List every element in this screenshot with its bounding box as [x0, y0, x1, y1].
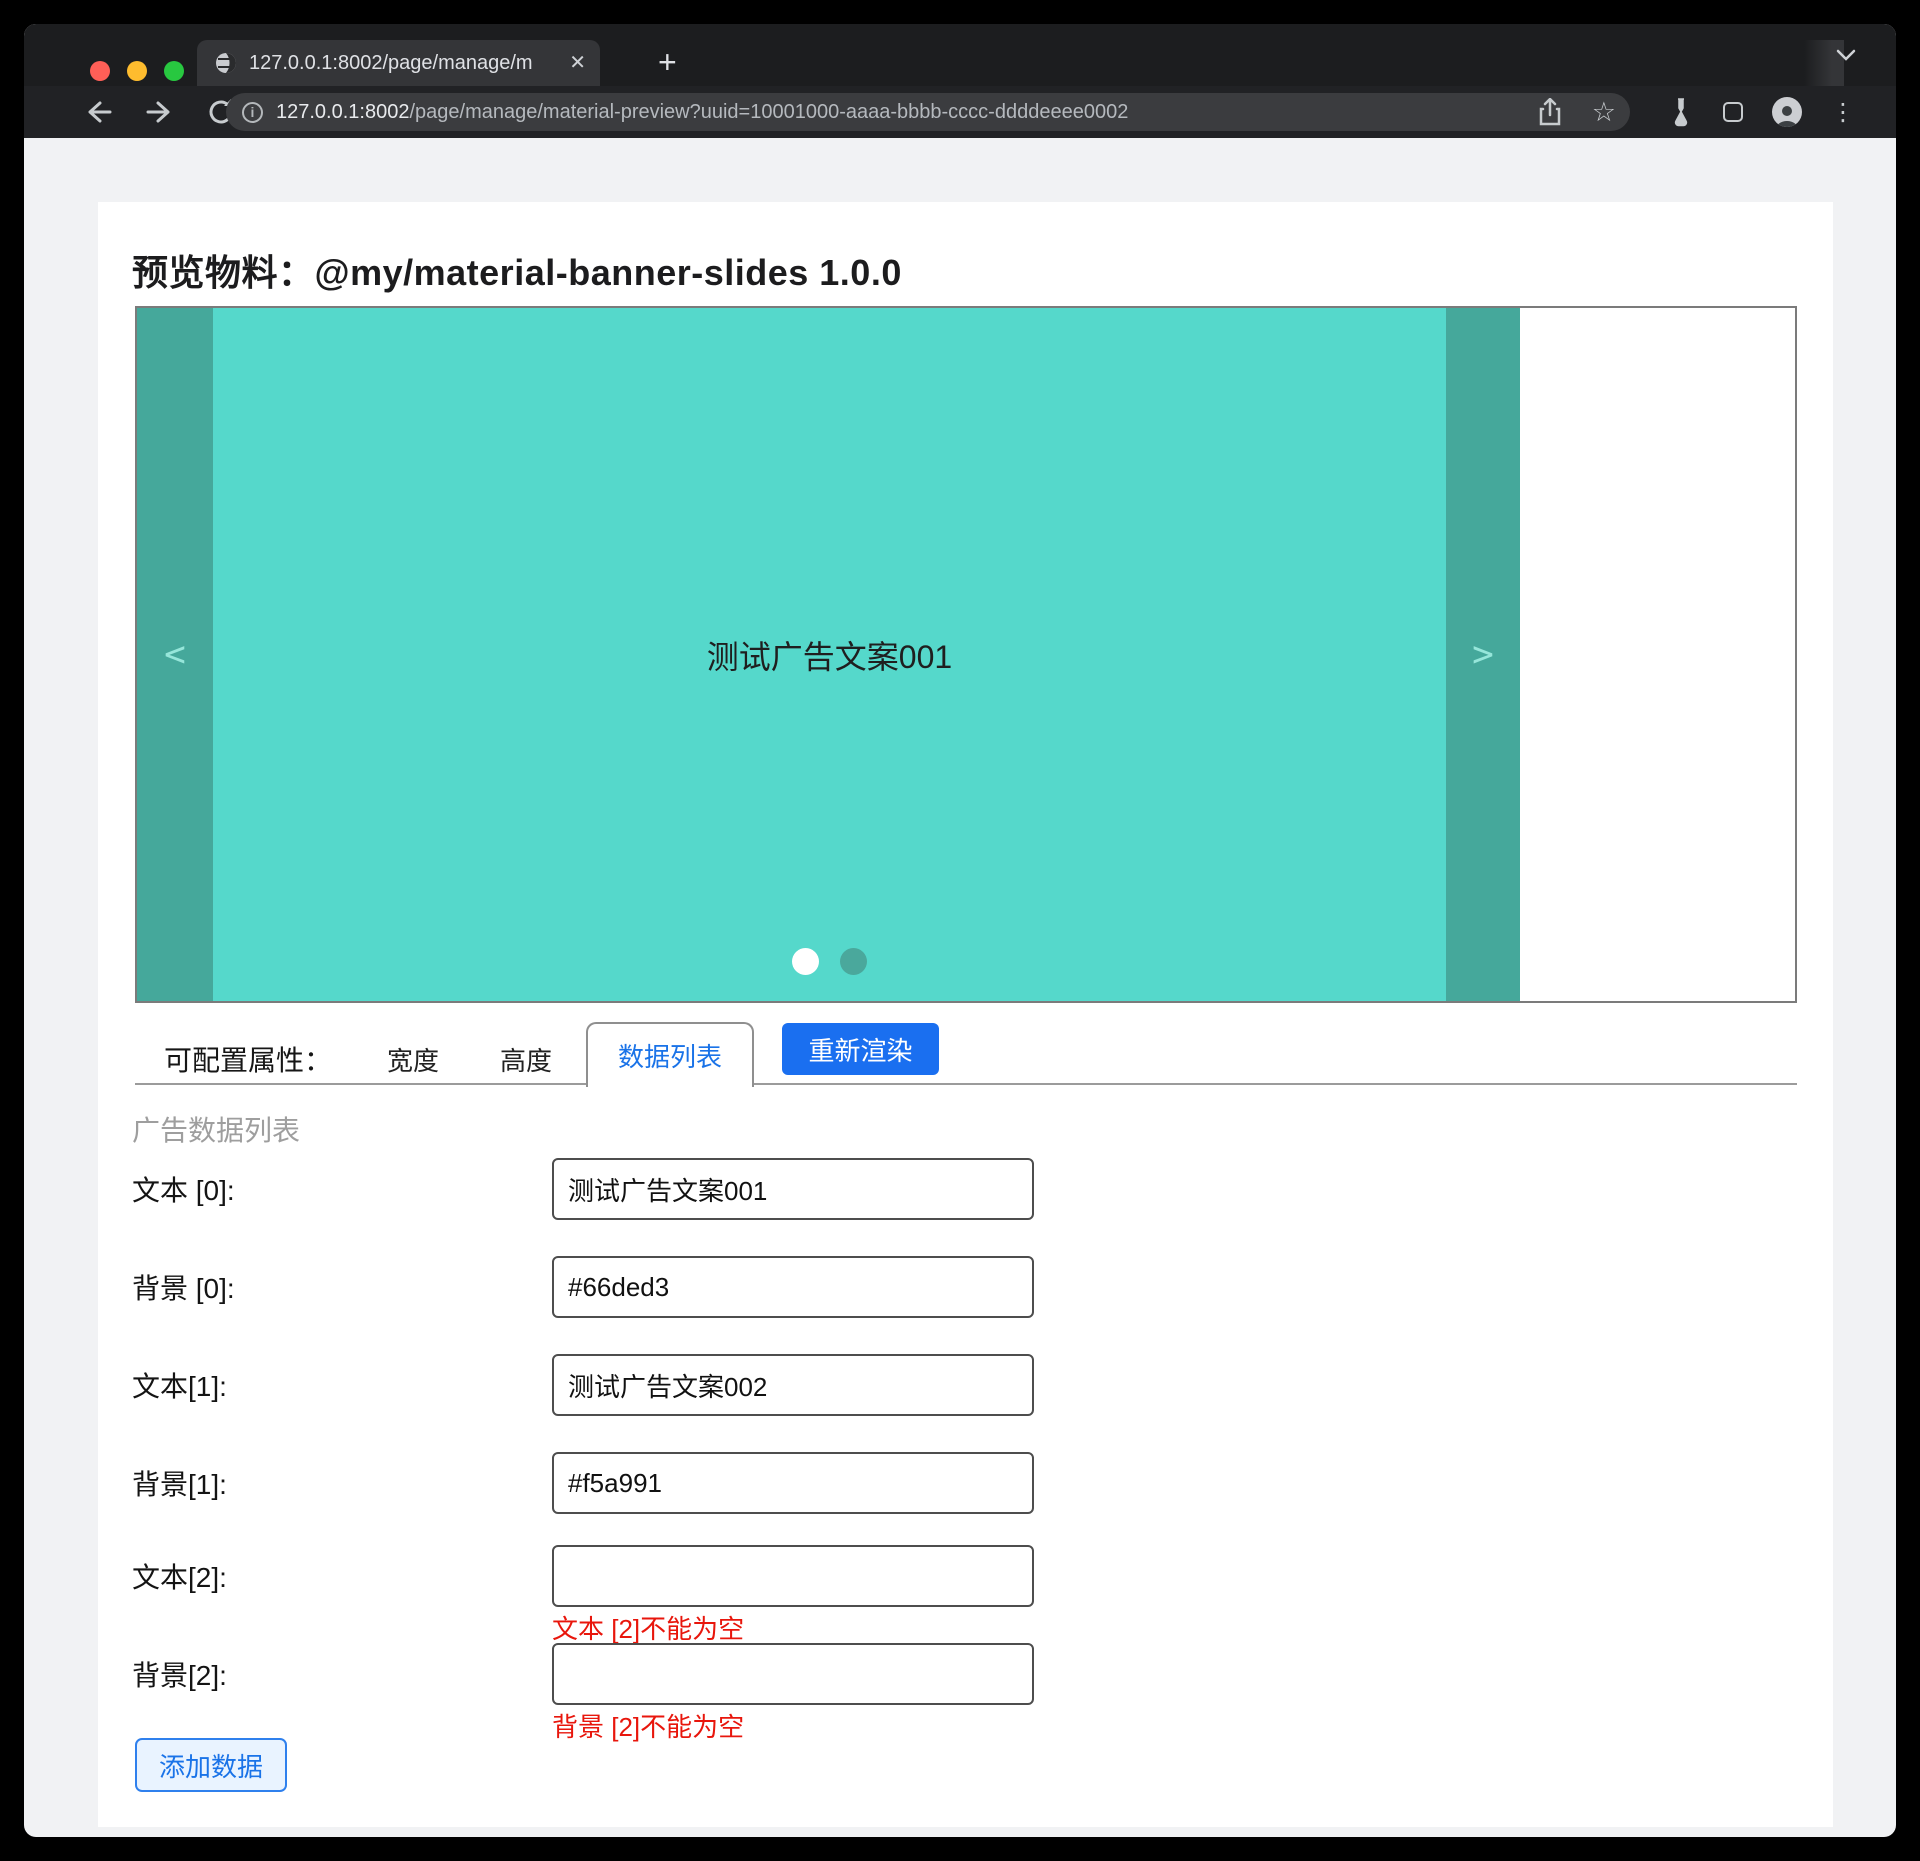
banner-preview: < 测试广告文案001 >: [135, 306, 1797, 1003]
tab-strip: 127.0.0.1:8002/page/manage/m ✕ +: [24, 24, 1896, 86]
error-text: 背景 [2]不能为空: [552, 1707, 744, 1744]
toolbar-right-icons: ⋮: [1668, 86, 1855, 138]
text-2-input[interactable]: [552, 1545, 1034, 1607]
tab-datalist[interactable]: 数据列表: [586, 1022, 754, 1087]
bg-2-input[interactable]: [552, 1643, 1034, 1705]
flask-icon[interactable]: [1668, 97, 1694, 127]
close-window-button[interactable]: [90, 61, 110, 81]
url-text: 127.0.0.1:8002/page/manage/material-prev…: [276, 101, 1128, 124]
prev-slide-button[interactable]: <: [137, 308, 213, 1001]
tab-close-icon[interactable]: ✕: [569, 53, 586, 73]
form-section-label: 广告数据列表: [132, 1109, 300, 1149]
forward-icon[interactable]: [144, 97, 176, 127]
prev-arrow-icon[interactable]: <: [164, 634, 186, 675]
page-title: 预览物料：@my/material-banner-slides 1.0.0: [132, 244, 902, 296]
tab-title-fade: [1804, 40, 1844, 86]
share-icon[interactable]: [1538, 98, 1562, 126]
slide-dot-indicators: [213, 948, 1446, 975]
browser-window: 127.0.0.1:8002/page/manage/m ✕ + i 127.0…: [24, 24, 1896, 1837]
bg-1-input[interactable]: [552, 1452, 1034, 1514]
browser-toolbar: i 127.0.0.1:8002/page/manage/material-pr…: [24, 86, 1896, 138]
chevron-down-icon[interactable]: [1836, 48, 1856, 62]
bookmark-star-icon[interactable]: ☆: [1592, 99, 1616, 126]
globe-favicon-icon: [215, 52, 237, 74]
back-icon[interactable]: [82, 97, 114, 127]
tab-height[interactable]: 高度: [500, 1041, 552, 1078]
tab-title: 127.0.0.1:8002/page/manage/m: [249, 52, 544, 75]
form-row: 背景[1]:: [132, 1452, 1132, 1514]
form-row: 背景[2]: 背景 [2]不能为空: [132, 1643, 1132, 1705]
url-path: /page/manage/material-preview?uuid=10001…: [409, 101, 1128, 123]
next-arrow-icon[interactable]: >: [1472, 634, 1494, 675]
rerender-button[interactable]: 重新渲染: [782, 1023, 939, 1075]
error-text: 文本 [2]不能为空: [552, 1609, 744, 1646]
form-row: 文本[2]: 文本 [2]不能为空: [132, 1545, 1132, 1607]
form-row: 文本[1]:: [132, 1354, 1132, 1416]
form-row: 背景 [0]:: [132, 1256, 1132, 1318]
row-label: 背景 [0]:: [132, 1267, 552, 1307]
slide-caption: 测试广告文案001: [707, 632, 952, 678]
row-label: 文本 [0]:: [132, 1169, 552, 1209]
minimize-window-button[interactable]: [127, 61, 147, 81]
tabs-divider: [135, 1083, 1797, 1085]
new-tab-button[interactable]: +: [658, 46, 677, 78]
dot-indicator-inactive[interactable]: [840, 948, 867, 975]
props-bar-label: 可配置属性：: [164, 1039, 332, 1079]
banner-slide: 测试广告文案001: [213, 308, 1446, 1001]
url-domain: 127.0.0.1:8002: [276, 101, 409, 123]
row-label: 文本[1]:: [132, 1365, 552, 1405]
next-slide-button[interactable]: >: [1446, 308, 1520, 1001]
url-bar[interactable]: i 127.0.0.1:8002/page/manage/material-pr…: [226, 93, 1630, 131]
kebab-menu-icon[interactable]: ⋮: [1831, 98, 1855, 127]
row-label: 背景[2]:: [132, 1654, 552, 1694]
text-1-input[interactable]: [552, 1354, 1034, 1416]
dot-indicator-active[interactable]: [792, 948, 819, 975]
material-preview-card: 预览物料：@my/material-banner-slides 1.0.0 < …: [98, 202, 1833, 1827]
zoom-window-button[interactable]: [164, 61, 184, 81]
form-row: 文本 [0]:: [132, 1158, 1132, 1220]
tab-panel-icon[interactable]: [1723, 102, 1743, 122]
row-label: 背景[1]:: [132, 1463, 552, 1503]
text-0-input[interactable]: [552, 1158, 1034, 1220]
browser-tab[interactable]: 127.0.0.1:8002/page/manage/m ✕: [197, 40, 600, 86]
add-data-button[interactable]: 添加数据: [135, 1738, 287, 1792]
profile-avatar[interactable]: [1772, 97, 1802, 127]
tab-width[interactable]: 宽度: [387, 1041, 439, 1078]
info-icon[interactable]: i: [242, 102, 263, 123]
traffic-lights: [90, 61, 184, 81]
row-label: 文本[2]:: [132, 1556, 552, 1596]
bg-0-input[interactable]: [552, 1256, 1034, 1318]
